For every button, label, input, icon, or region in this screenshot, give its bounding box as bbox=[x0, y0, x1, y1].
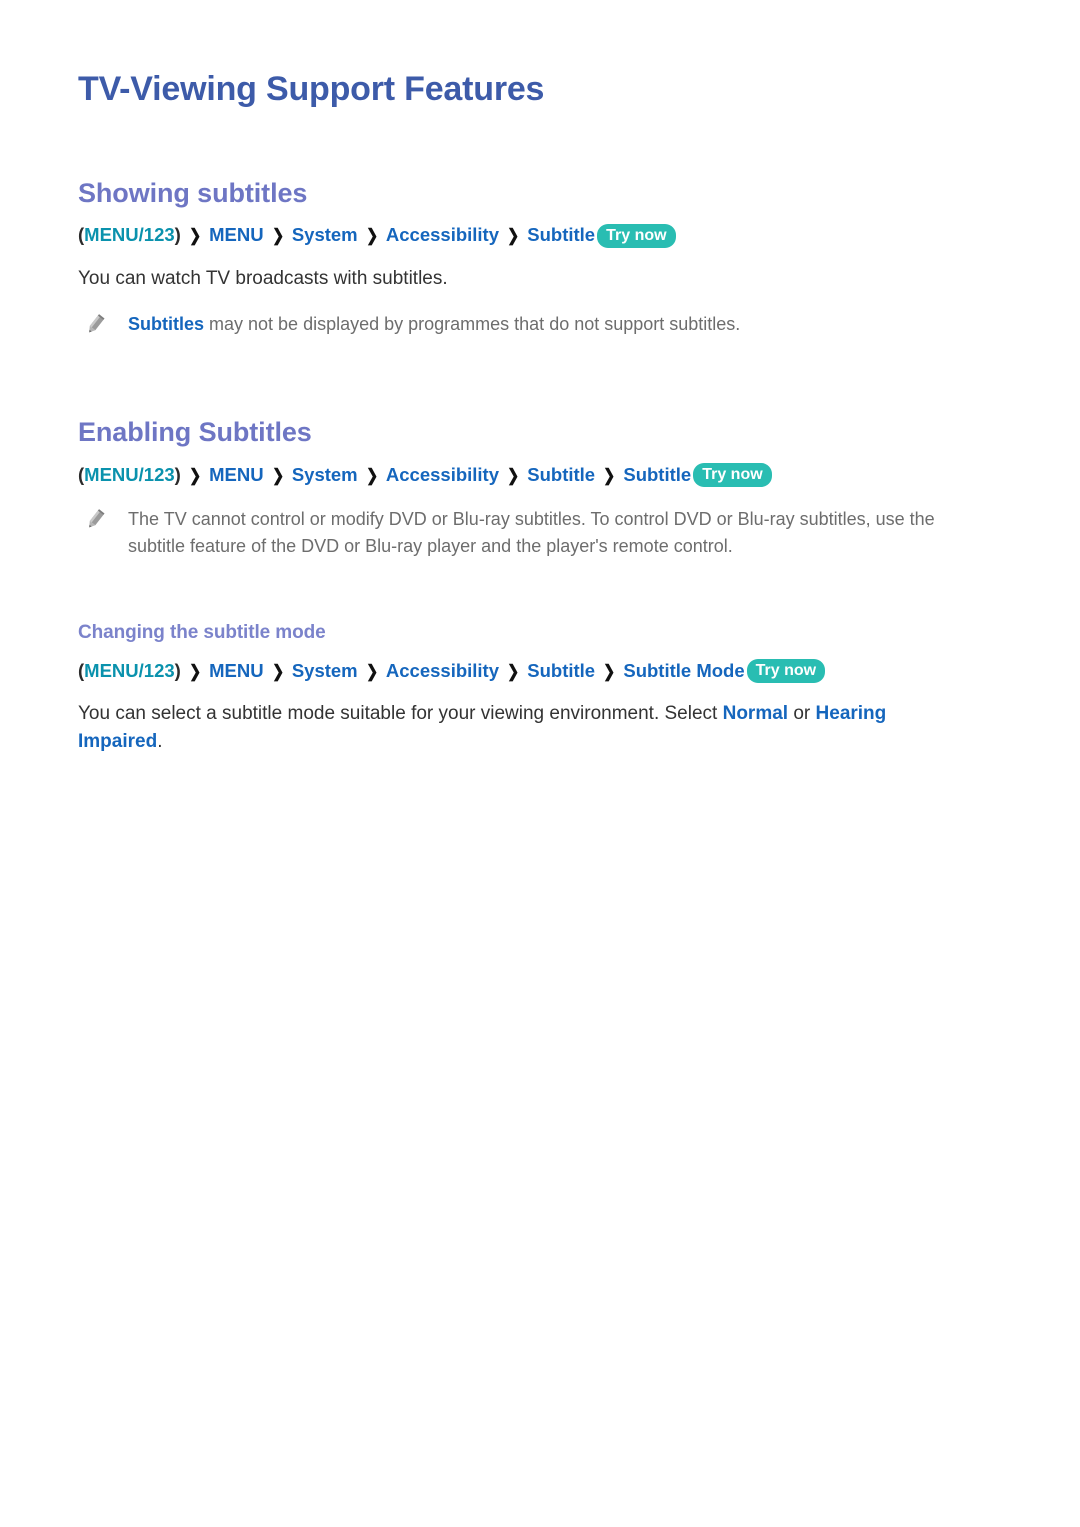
pencil-icon bbox=[84, 313, 106, 337]
menu-path-close-paren: ) bbox=[174, 659, 181, 681]
section-showing-subtitles: Showing subtitles (MENU/123) ❯ MENU ❯ System… bbox=[78, 177, 1002, 338]
menu-path-separator-icon: ❯ bbox=[507, 465, 520, 485]
menu-path-separator-icon: ❯ bbox=[365, 661, 378, 681]
subsection-paragraph-changing-subtitle-mode: You can select a subtitle mode suitable … bbox=[78, 684, 958, 757]
menu-path-separator-icon: ❯ bbox=[603, 661, 616, 681]
menu-path-separator-icon: ❯ bbox=[188, 661, 202, 681]
menu-path-item-menu[interactable]: MENU bbox=[209, 464, 263, 485]
menu-path-item-menu[interactable]: MENU bbox=[209, 660, 263, 681]
menu-path-key[interactable]: MENU/123 bbox=[84, 660, 174, 681]
menu-path-item-system[interactable]: System bbox=[292, 464, 358, 485]
menu-path-separator-icon: ❯ bbox=[188, 465, 202, 485]
menu-path-separator-icon: ❯ bbox=[365, 226, 378, 246]
paragraph-part-2: or bbox=[788, 702, 816, 724]
subsection-changing-subtitle-mode: Changing the subtitle mode (MENU/123) ❯ ME… bbox=[78, 560, 1002, 757]
note-text-enabling-subtitles: The TV cannot control or modify DVD or B… bbox=[128, 508, 935, 556]
menu-path-separator-icon: ❯ bbox=[271, 465, 284, 485]
try-now-badge[interactable]: Try now bbox=[693, 462, 772, 487]
try-now-badge[interactable]: Try now bbox=[746, 658, 826, 683]
section-paragraph-showing-subtitles: You can watch TV broadcasts with subtitl… bbox=[78, 267, 448, 289]
menu-path-item-subtitle[interactable]: Subtitle bbox=[527, 224, 595, 245]
menu-path-close-paren: ) bbox=[174, 463, 181, 485]
try-now-badge[interactable]: Try now bbox=[597, 223, 676, 248]
menu-path-item-system[interactable]: System bbox=[292, 660, 358, 681]
subsection-heading-changing-subtitle-mode: Changing the subtitle mode bbox=[78, 621, 326, 643]
menu-path-separator-icon: ❯ bbox=[507, 226, 520, 246]
menu-path-separator-icon: ❯ bbox=[188, 226, 202, 246]
menu-path-separator-icon: ❯ bbox=[507, 661, 520, 681]
menu-path-item-accessibility[interactable]: Accessibility bbox=[386, 660, 499, 681]
menu-path-item-subtitle-mode[interactable]: Subtitle Mode bbox=[623, 660, 744, 681]
note-text-showing-subtitles: Subtitles may not be displayed by progra… bbox=[128, 311, 983, 338]
menu-path-item-system[interactable]: System bbox=[292, 224, 358, 245]
menu-path-item-menu[interactable]: MENU bbox=[209, 224, 263, 245]
note-rest-text: may not be displayed by programmes that … bbox=[204, 314, 741, 335]
section-heading-showing-subtitles: Showing subtitles bbox=[78, 178, 308, 209]
section-enabling-subtitles: Enabling Subtitles (MENU/123) ❯ MENU ❯ Syste… bbox=[78, 416, 1002, 757]
section-heading-enabling-subtitles: Enabling Subtitles bbox=[78, 417, 312, 448]
paragraph-part-1: You can select a subtitle mode suitable … bbox=[78, 702, 723, 724]
menu-path-separator-icon: ❯ bbox=[271, 226, 284, 246]
menu-path-key[interactable]: MENU/123 bbox=[84, 464, 174, 485]
menu-path-separator-icon: ❯ bbox=[271, 661, 284, 681]
pencil-icon bbox=[84, 508, 106, 532]
note-enabling-subtitles: The TV cannot control or modify DVD or B… bbox=[78, 488, 983, 560]
menu-path-changing-subtitle-mode: (MENU/123) ❯ MENU ❯ System ❯ Accessibility ❯ Sub… bbox=[78, 658, 1002, 684]
menu-path-separator-icon: ❯ bbox=[603, 465, 616, 485]
menu-path-item-accessibility[interactable]: Accessibility bbox=[386, 224, 499, 245]
menu-path-item-subtitle[interactable]: Subtitle bbox=[527, 464, 595, 485]
page-title: TV-Viewing Support Features bbox=[78, 70, 545, 108]
menu-path-close-paren: ) bbox=[174, 224, 181, 246]
note-highlight-subtitles: Subtitles bbox=[128, 314, 205, 335]
menu-path-showing-subtitles: (MENU/123) ❯ MENU ❯ System ❯ Accessibility ❯ Sub… bbox=[78, 223, 1002, 248]
page-content: TV-Viewing Support Features Showing subt… bbox=[78, 0, 1002, 757]
menu-path-enabling-subtitles: (MENU/123) ❯ MENU ❯ System ❯ Accessibility ❯ Sub… bbox=[78, 462, 1002, 488]
menu-path-item-subtitle-2[interactable]: Subtitle bbox=[623, 464, 691, 485]
menu-path-separator-icon: ❯ bbox=[365, 465, 378, 485]
document-page: TV-Viewing Support Features Showing subt… bbox=[0, 0, 1080, 1527]
menu-path-item-subtitle[interactable]: Subtitle bbox=[527, 660, 595, 681]
paragraph-part-3: . bbox=[157, 731, 163, 753]
note-showing-subtitles: Subtitles may not be displayed by progra… bbox=[78, 293, 983, 338]
menu-path-item-accessibility[interactable]: Accessibility bbox=[386, 464, 499, 485]
menu-path-key[interactable]: MENU/123 bbox=[84, 224, 174, 245]
paragraph-highlight-normal: Normal bbox=[722, 702, 789, 724]
